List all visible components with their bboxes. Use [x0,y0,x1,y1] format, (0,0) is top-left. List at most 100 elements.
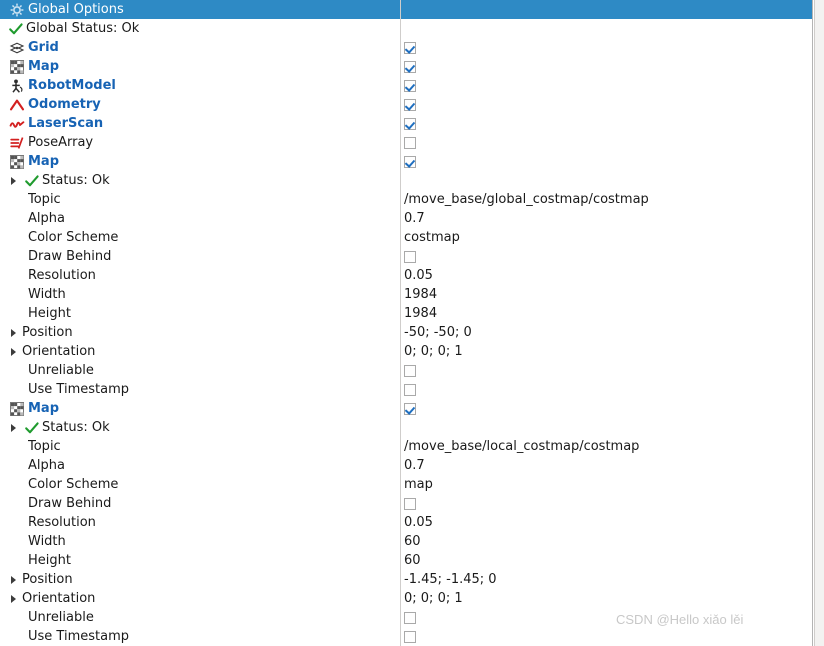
property-row[interactable]: LaserScan [0,114,812,133]
property-row[interactable]: Alpha 0.7 [0,209,812,228]
property-row[interactable]: Height 60 [0,551,812,570]
property-row[interactable]: Use Timestamp [0,627,812,646]
property-value-cell[interactable]: 60 [404,532,421,551]
property-row[interactable]: Height 1984 [0,304,812,323]
property-name-cell[interactable]: Color Scheme [0,228,400,247]
property-name-cell[interactable]: Resolution [0,266,400,285]
property-name-cell[interactable]: Draw Behind [0,494,400,513]
property-row[interactable]: Orientation 0; 0; 0; 1 [0,342,812,361]
property-row[interactable]: Width 1984 [0,285,812,304]
property-value-cell[interactable]: 0; 0; 0; 1 [404,342,463,361]
enable-checkbox[interactable] [404,79,416,92]
property-row[interactable]: Position -1.45; -1.45; 0 [0,570,812,589]
property-name-cell[interactable]: Use Timestamp [0,627,400,646]
enable-checkbox[interactable] [404,41,416,54]
property-value-cell[interactable]: map [404,475,433,494]
property-value-cell[interactable]: 1984 [404,285,437,304]
property-value-cell[interactable] [404,57,416,76]
expand-triangle-icon[interactable] [8,342,22,361]
property-name-cell[interactable]: Global Status: Ok [0,19,400,38]
property-value-cell[interactable]: /move_base/local_costmap/costmap [404,437,639,456]
property-name-cell[interactable]: Grid [0,38,400,57]
property-name-cell[interactable]: Position [0,570,400,589]
enable-checkbox[interactable] [404,98,416,111]
property-row[interactable]: Resolution 0.05 [0,266,812,285]
property-value-cell[interactable]: -50; -50; 0 [404,323,472,342]
property-name-cell[interactable]: Width [0,532,400,551]
property-row[interactable]: Draw Behind [0,247,812,266]
property-name-cell[interactable]: Draw Behind [0,247,400,266]
property-name-cell[interactable]: Topic [0,437,400,456]
property-tree[interactable]: Global Options Global Status: Ok Grid Map Ro… [0,0,812,646]
property-row[interactable]: Orientation 0; 0; 0; 1 [0,589,812,608]
property-row[interactable]: Color Scheme map [0,475,812,494]
property-value-cell[interactable] [404,133,416,152]
property-value-cell[interactable] [404,247,416,266]
property-value-cell[interactable] [404,38,416,57]
property-value-cell[interactable] [404,95,416,114]
property-name-cell[interactable]: Map [0,57,400,76]
property-value-cell[interactable]: 1984 [404,304,437,323]
property-name-cell[interactable]: LaserScan [0,114,400,133]
property-row[interactable]: Map [0,57,812,76]
expand-triangle-icon[interactable] [8,418,22,437]
enable-checkbox[interactable] [404,630,416,643]
property-row[interactable]: Color Scheme costmap [0,228,812,247]
expand-triangle-icon[interactable] [8,589,22,608]
property-value-cell[interactable] [404,494,416,513]
property-row[interactable]: Map [0,152,812,171]
property-name-cell[interactable]: Height [0,304,400,323]
property-name-cell[interactable]: Map [0,399,400,418]
enable-checkbox[interactable] [404,402,416,415]
property-row[interactable]: Map [0,399,812,418]
property-row[interactable]: Use Timestamp [0,380,812,399]
panel-scroll-gutter[interactable] [814,0,824,646]
property-name-cell[interactable]: Color Scheme [0,475,400,494]
enable-checkbox[interactable] [404,611,416,624]
property-name-cell[interactable]: Status: Ok [0,418,400,437]
property-name-cell[interactable]: Unreliable [0,608,400,627]
property-row[interactable]: Draw Behind [0,494,812,513]
property-value-cell[interactable]: 60 [404,551,421,570]
property-value-cell[interactable] [404,608,416,627]
enable-checkbox[interactable] [404,117,416,130]
property-value-cell[interactable]: /move_base/global_costmap/costmap [404,190,649,209]
expand-triangle-icon[interactable] [8,171,22,190]
property-row[interactable]: Grid [0,38,812,57]
property-row[interactable]: RobotModel [0,76,812,95]
property-value-cell[interactable]: 0.7 [404,209,425,228]
enable-checkbox[interactable] [404,155,416,168]
property-value-cell[interactable]: costmap [404,228,460,247]
property-name-cell[interactable]: Alpha [0,209,400,228]
property-name-cell[interactable]: Unreliable [0,361,400,380]
property-name-cell[interactable]: Topic [0,190,400,209]
property-row[interactable]: Topic/move_base/global_costmap/costmap [0,190,812,209]
property-row[interactable]: Status: Ok [0,418,812,437]
property-name-cell[interactable]: Orientation [0,589,400,608]
property-row[interactable]: Resolution 0.05 [0,513,812,532]
enable-checkbox[interactable] [404,60,416,73]
property-name-cell[interactable]: Height [0,551,400,570]
enable-checkbox[interactable] [404,497,416,510]
property-row[interactable]: Global Status: Ok [0,19,812,38]
property-value-cell[interactable]: 0.7 [404,456,425,475]
property-value-cell[interactable] [404,627,416,646]
property-name-cell[interactable]: Map [0,152,400,171]
property-name-cell[interactable]: Position [0,323,400,342]
property-name-cell[interactable]: PoseArray [0,133,400,152]
enable-checkbox[interactable] [404,364,416,377]
property-value-cell[interactable] [404,152,416,171]
property-value-cell[interactable]: 0; 0; 0; 1 [404,589,463,608]
property-name-cell[interactable]: Use Timestamp [0,380,400,399]
enable-checkbox[interactable] [404,136,416,149]
property-row[interactable]: Position -50; -50; 0 [0,323,812,342]
property-row[interactable]: Unreliable [0,361,812,380]
property-row[interactable]: Width 60 [0,532,812,551]
property-value-cell[interactable] [404,361,416,380]
property-name-cell[interactable]: RobotModel [0,76,400,95]
property-value-cell[interactable] [404,399,416,418]
property-row[interactable]: Topic/move_base/local_costmap/costmap [0,437,812,456]
property-name-cell[interactable]: Resolution [0,513,400,532]
property-name-cell[interactable]: Global Options [0,0,400,19]
property-name-cell[interactable]: Status: Ok [0,171,400,190]
